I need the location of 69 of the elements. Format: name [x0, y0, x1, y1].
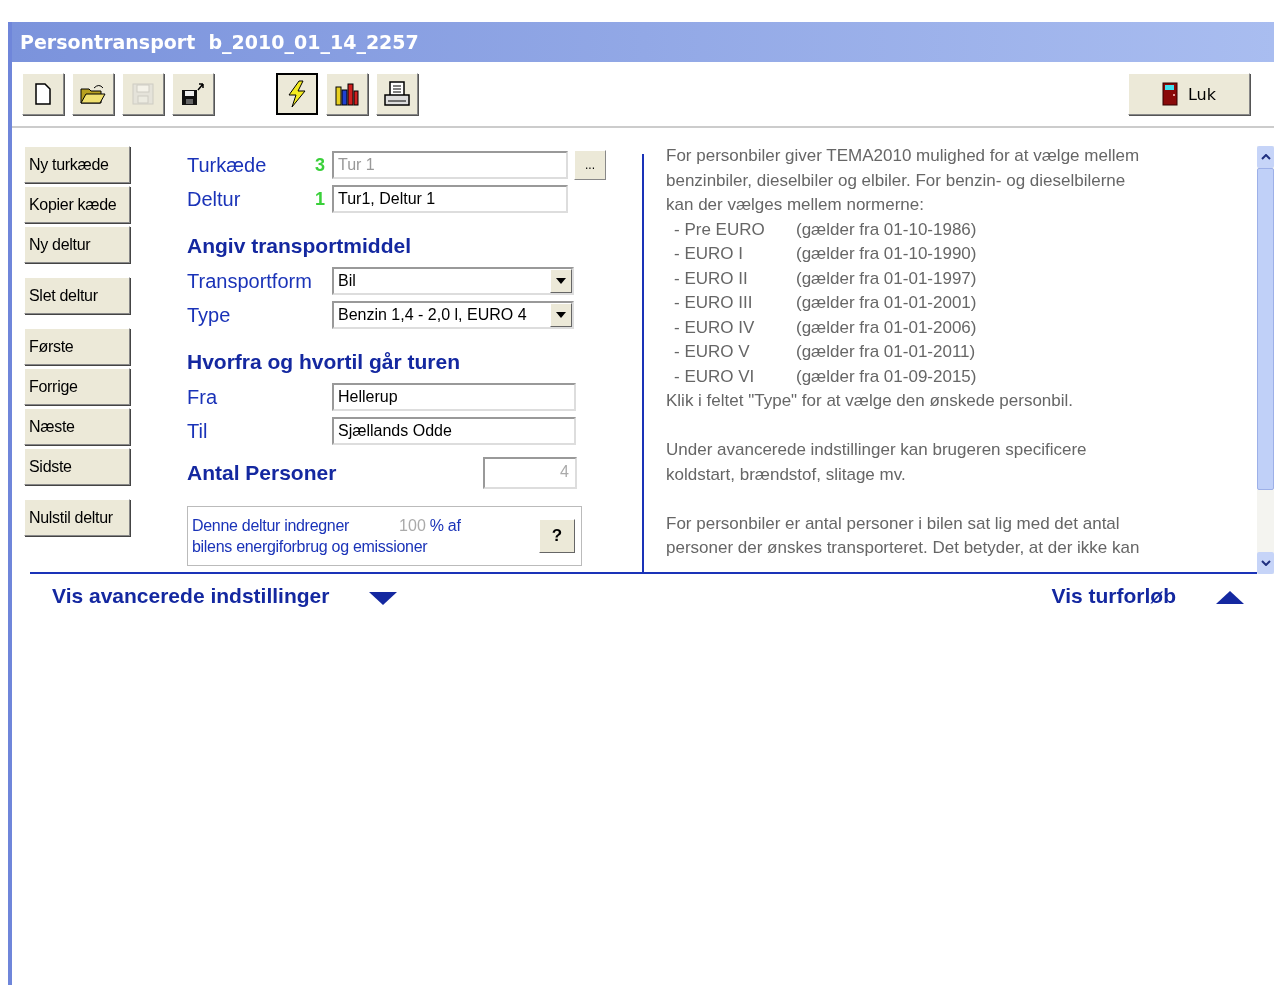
- help-text: benzinbiler, dieselbiler og elbiler. For benzin- og dieselbilerne: [666, 169, 1127, 192]
- count-label: 1: [315, 188, 326, 210]
- chevron-up-icon: [1260, 154, 1271, 160]
- new-document-icon: [33, 83, 53, 105]
- door-icon: [1161, 82, 1178, 106]
- share-text: bilens energiforbrug og emissioner: [192, 537, 429, 556]
- field-label: Fra: [187, 385, 218, 409]
- close-button[interactable]: Luk: [1128, 73, 1250, 115]
- percent-unit: % af: [429, 516, 461, 535]
- norm-name: - EURO III: [674, 292, 754, 314]
- help-text: Klik i feltet "Type" for at vælge den ønskede personbil.: [666, 390, 1075, 412]
- norm-name: - EURO VI: [674, 365, 756, 388]
- bar-chart-icon: [333, 81, 361, 107]
- norm-date: (gælder fra 01-01-2011): [796, 341, 976, 363]
- norm-date: (gælder fra 01-01-2001): [796, 292, 977, 314]
- field-label: Transportform: [187, 269, 313, 293]
- side-button[interactable]: Kopier kæde: [24, 186, 130, 223]
- norm-date: (gælder fra 01-10-1986): [796, 218, 977, 241]
- side-button[interactable]: Sidste: [24, 448, 130, 485]
- side-button[interactable]: Ny turkæde: [24, 146, 130, 183]
- section-heading: Hvorfra og hvortil går turen: [187, 350, 462, 374]
- side-button[interactable]: Første: [24, 328, 130, 365]
- side-button[interactable]: Næste: [24, 408, 130, 445]
- norm-name: - EURO I: [674, 243, 744, 265]
- scroll-down-button[interactable]: [1257, 552, 1274, 574]
- section-heading: Angiv transportmiddel: [187, 234, 413, 258]
- help-text: koldstart, brændstof, slitage mv.: [666, 463, 907, 486]
- scroll-thumb[interactable]: [1257, 168, 1274, 490]
- field-label: Type: [187, 303, 232, 327]
- text-field[interactable]: Hellerup: [332, 383, 576, 411]
- norm-date: (gælder fra 01-09-2015): [796, 365, 977, 388]
- floppy-disk-arrow-icon: [180, 81, 206, 107]
- section-heading: Antal Personer: [187, 461, 338, 485]
- window-title: Persontransport b_2010_01_14_2257: [20, 31, 419, 53]
- toolbar-button[interactable]: [276, 73, 318, 115]
- side-button[interactable]: Forrige: [24, 368, 130, 405]
- norm-name: - EURO V: [674, 341, 751, 363]
- field-label: Deltur: [187, 187, 242, 211]
- percent-value: 100: [399, 516, 426, 535]
- norm-name: - EURO II: [674, 267, 749, 290]
- printer-icon: [383, 80, 411, 108]
- text-field[interactable]: Tur1, Deltur 1: [332, 185, 568, 213]
- toggle-link[interactable]: Vis avancerede indstillinger: [52, 584, 398, 608]
- norm-date: (gælder fra 01-01-1997): [796, 267, 977, 290]
- help-text: kan der vælges mellem normerne:: [666, 194, 925, 216]
- text-field[interactable]: Sjællands Odde: [332, 417, 576, 445]
- norm-date: (gælder fra 01-10-1990): [796, 243, 977, 265]
- side-button[interactable]: Ny deltur: [24, 226, 130, 263]
- count-label: 3: [315, 154, 326, 176]
- norm-name: - Pre EURO: [674, 218, 766, 241]
- chevron-down-icon: [1260, 560, 1271, 566]
- norm-date: (gælder fra 01-01-2006): [796, 316, 977, 339]
- field-label: Til: [187, 419, 209, 443]
- help-text: personer der ønskes transporteret. Det betyder, at der ikke kan: [666, 537, 1141, 556]
- toggle-link[interactable]: Vis turforløb: [1051, 584, 1244, 608]
- help-text: Under avancerede indstillinger kan brugeren specificere: [666, 439, 1088, 461]
- folder-icon: [79, 83, 107, 105]
- dropdown[interactable]: Benzin 1,4 - 2,0 l, EURO 4: [332, 301, 574, 329]
- norm-name: - EURO IV: [674, 316, 756, 339]
- share-text: Denne deltur indregner: [192, 516, 350, 535]
- side-button[interactable]: Nulstil deltur: [24, 499, 130, 536]
- help-button[interactable]: ?: [539, 519, 575, 553]
- field-label: Turkæde: [187, 153, 268, 177]
- scroll-up-button[interactable]: [1257, 146, 1274, 168]
- dropdown[interactable]: Bil: [332, 267, 574, 295]
- lightning-icon: [286, 80, 308, 108]
- help-text: For personbiler giver TEMA2010 mulighed for at vælge mellem: [666, 145, 1141, 167]
- help-text: For personbiler er antal personer i bilen sat lig med det antal: [666, 512, 1121, 535]
- side-button[interactable]: Slet deltur: [24, 277, 130, 314]
